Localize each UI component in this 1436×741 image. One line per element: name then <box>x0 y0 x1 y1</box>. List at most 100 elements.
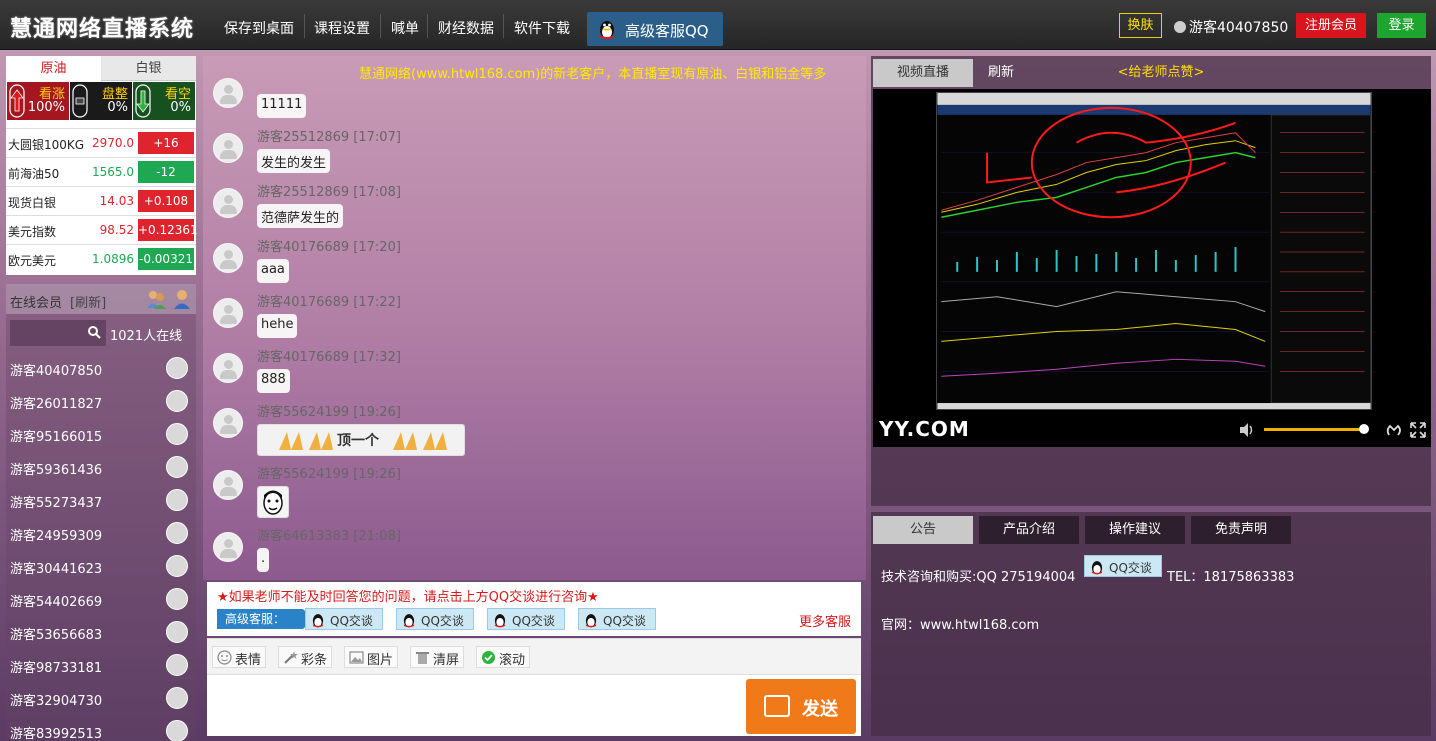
volume-slider-handle[interactable] <box>1359 424 1369 434</box>
online-count: 1021人在线 <box>110 329 183 344</box>
member-row[interactable]: 游客59361436 <box>6 452 196 485</box>
sticker-text: 顶一个 <box>337 433 379 449</box>
qq-chat-label: QQ交谈 <box>330 614 373 628</box>
customer-service-notice: ★如果老师不能及时回答您的问题，请点击上方QQ交谈进行咨询★ 高级客服： QQ交… <box>207 582 861 636</box>
login-button[interactable]: 登录 <box>1377 13 1426 38</box>
popout-icon[interactable] <box>1385 421 1403 439</box>
send-button-label: 发送 <box>802 699 838 720</box>
qq-chat-label: QQ交谈 <box>1109 561 1152 575</box>
register-button[interactable]: 注册会员 <box>1296 13 1366 38</box>
image-button[interactable]: 图片 <box>344 646 399 668</box>
qq-chat-button[interactable]: QQ交谈 <box>305 608 383 630</box>
avatar <box>166 456 188 478</box>
avatar <box>213 78 243 108</box>
member-row[interactable]: 游客98733181 <box>6 650 196 683</box>
chat-message-meta: 游客40176689 [17:32] <box>257 350 401 365</box>
chat-sticker-message: 顶一个 <box>257 424 465 456</box>
avatar <box>213 470 243 500</box>
user-icon <box>1174 21 1186 33</box>
yy-brand-logo: YY.COM <box>879 417 970 441</box>
sentiment-percent: 0% <box>107 100 128 115</box>
avatar <box>213 532 243 562</box>
auto-scroll-toggle[interactable]: 滚动 <box>476 646 531 668</box>
volume-icon[interactable] <box>1238 422 1256 438</box>
change-skin-button[interactable]: 换肤 <box>1119 13 1162 38</box>
member-row[interactable]: 游客55273437 <box>6 485 196 518</box>
member-row[interactable]: 游客26011827 <box>6 386 196 419</box>
avatar <box>166 621 188 643</box>
tab-crude-oil[interactable]: 原油 <box>6 56 101 81</box>
avatar <box>166 654 188 676</box>
nav-save-desktop[interactable]: 保存到桌面 <box>224 18 294 38</box>
auto-scroll-label: 滚动 <box>499 653 526 668</box>
clear-screen-button-label: 清屏 <box>433 653 460 668</box>
like-teacher-button[interactable]: <给老师点赞> <box>1111 59 1211 87</box>
online-refresh-link[interactable]: [刷新] <box>70 292 106 311</box>
quote-row: 美元指数 98.52 +0.12361 <box>6 215 198 244</box>
info-panel: 公告 产品介绍 操作建议 免责声明 技术咨询和购买:QQ 275194004 Q… <box>871 512 1431 736</box>
tab-product-intro[interactable]: 产品介绍 <box>979 516 1079 544</box>
clear-screen-button[interactable]: 清屏 <box>410 646 465 668</box>
fullscreen-icon[interactable] <box>1409 421 1427 439</box>
sentiment-neutral[interactable]: 盘整 0% <box>70 82 132 120</box>
tab-video-live[interactable]: 视频直播 <box>873 59 973 87</box>
sentiment-bullish[interactable]: 看涨 100% <box>7 82 69 120</box>
quote-change: -12 <box>138 161 194 183</box>
announcement-marquee: 慧通网络(www.htwl168.com)的新老客户，本直播室现有原油、白银和铝… <box>359 67 827 82</box>
avatar <box>213 353 243 383</box>
nav-divider <box>380 14 381 38</box>
nav-call-order[interactable]: 喊单 <box>391 18 419 38</box>
member-row[interactable]: 游客54402669 <box>6 584 196 617</box>
member-name: 游客53656683 <box>10 628 103 643</box>
emoji-button[interactable]: 表情 <box>212 646 267 668</box>
avatar <box>166 522 188 544</box>
member-row[interactable]: 游客40407850 <box>6 353 196 386</box>
send-button[interactable]: 发送 <box>746 679 856 734</box>
nav-finance-data[interactable]: 财经数据 <box>438 18 494 38</box>
chat-message-text: hehe <box>257 314 298 338</box>
more-service-link[interactable]: 更多客服 <box>799 611 851 630</box>
chat-panel[interactable]: 慧通网络(www.htwl168.com)的新老客户，本直播室现有原油、白银和铝… <box>203 56 866 580</box>
flat-icon <box>72 84 88 118</box>
volume-slider[interactable] <box>1264 428 1364 431</box>
arrow-up-icon <box>9 84 25 118</box>
senior-qq-service-button[interactable]: 高级客服QQ <box>587 12 723 46</box>
tab-silver[interactable]: 白银 <box>101 56 196 81</box>
member-row[interactable]: 游客32904730 <box>6 683 196 716</box>
avatar <box>166 489 188 511</box>
member-search-input[interactable] <box>10 320 106 346</box>
members-group-icon[interactable] <box>146 288 166 310</box>
avatar <box>213 188 243 218</box>
member-row[interactable]: 游客24959309 <box>6 518 196 551</box>
online-members-title: 在线会员 <box>10 296 63 311</box>
member-name: 游客83992513 <box>10 727 103 741</box>
face-emoji-icon <box>257 486 289 518</box>
member-row[interactable]: 游客95166015 <box>6 419 196 452</box>
qq-chat-button[interactable]: QQ交谈 <box>578 608 656 630</box>
search-icon[interactable] <box>87 325 101 339</box>
qq-chat-button[interactable]: QQ交谈 <box>487 608 565 630</box>
admin-user-icon[interactable] <box>172 288 192 310</box>
quote-price: 1.0896 <box>92 252 134 266</box>
member-row[interactable]: 游客53656683 <box>6 617 196 650</box>
qq-penguin-icon <box>585 614 597 628</box>
nav-divider <box>304 14 305 38</box>
tab-disclaimer[interactable]: 免责声明 <box>1191 516 1291 544</box>
video-refresh-button[interactable]: 刷新 <box>979 59 1023 87</box>
sentiment-bearish[interactable]: 看空 0% <box>133 82 195 120</box>
member-row[interactable]: 游客83992513 <box>6 716 196 741</box>
tab-announcement[interactable]: 公告 <box>873 516 973 544</box>
qq-chat-button[interactable]: QQ交谈 <box>396 608 474 630</box>
quote-price: 1565.0 <box>92 165 134 179</box>
avatar <box>213 298 243 328</box>
video-player[interactable]: YY.COM <box>873 89 1431 447</box>
tab-trade-suggestion[interactable]: 操作建议 <box>1085 516 1185 544</box>
qq-chat-button[interactable]: QQ交谈 <box>1084 555 1162 577</box>
nav-software-download[interactable]: 软件下载 <box>514 18 570 38</box>
quote-price: 2970.0 <box>92 136 134 150</box>
member-row[interactable]: 游客30441623 <box>6 551 196 584</box>
nav-course-settings[interactable]: 课程设置 <box>314 18 370 38</box>
member-name: 游客59361436 <box>10 463 103 478</box>
color-bar-button[interactable]: 彩条 <box>278 646 333 668</box>
avatar <box>166 357 188 379</box>
